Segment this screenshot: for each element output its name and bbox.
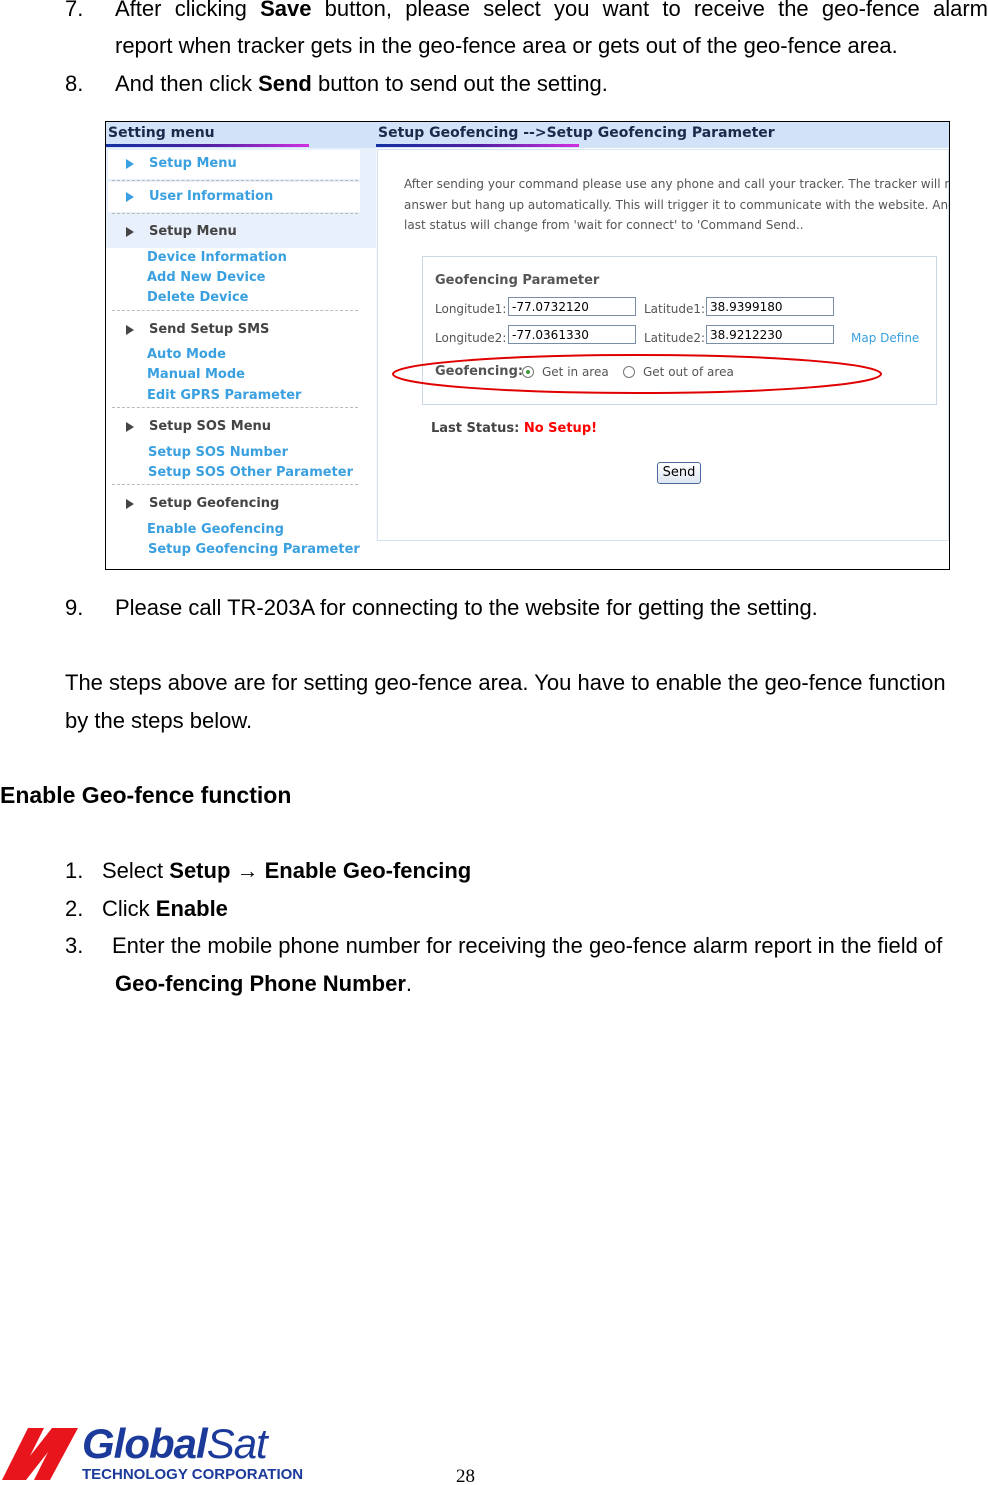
last-status: Last Status: No Setup! xyxy=(431,421,597,436)
bold-text: Enable xyxy=(155,896,228,921)
step-3-line1: Enter the mobile phone number for receiv… xyxy=(112,933,943,958)
menu-group-title: Setup Menu xyxy=(149,224,237,239)
menu-link-manual-mode[interactable]: Manual Mode xyxy=(147,367,245,382)
menu-group-title: Setup Geofencing xyxy=(149,496,280,511)
info-line: answer but hang up automatically. This w… xyxy=(404,197,950,212)
form-title: Geofencing Parameter xyxy=(435,273,600,288)
step-7-line2: report when tracker gets in the geo-fenc… xyxy=(115,33,898,58)
divider xyxy=(112,310,358,311)
send-button[interactable]: Send xyxy=(657,462,701,484)
menu-link-setup-sos-number[interactable]: Setup SOS Number xyxy=(148,445,288,460)
embedded-screenshot: Setting menu Setup Geofencing -->Setup G… xyxy=(105,121,950,570)
text: Select xyxy=(102,858,170,883)
globalsat-logo: GlobalSat TECHNOLOGY CORPORATION xyxy=(0,1420,320,1484)
step-2-text: Click Enable xyxy=(102,890,228,928)
bold-text: Save xyxy=(260,0,312,21)
latitude1-label: Latitude1: xyxy=(644,302,706,316)
step-3-line2: Geo-fencing Phone Number. xyxy=(115,965,412,1003)
triangle-icon xyxy=(126,227,134,237)
divider xyxy=(112,180,358,181)
step-number: 3. xyxy=(65,933,84,958)
triangle-icon xyxy=(126,159,134,169)
step-1-text: Select Setup → Enable Geo-fencing xyxy=(102,852,471,890)
step-9-text: Please call TR-203A for connecting to th… xyxy=(115,595,818,620)
paragraph-line2: by the steps below. xyxy=(65,708,253,733)
menu-item-label: User Information xyxy=(149,189,274,204)
info-line: After sending your command please use an… xyxy=(404,177,950,191)
page-number: 28 xyxy=(456,1466,475,1485)
logo-text: GlobalSat xyxy=(82,1420,268,1467)
menu-link-delete-device[interactable]: Delete Device xyxy=(147,290,249,305)
bold-text: Send xyxy=(258,71,312,96)
step-8-text: And then click Send button to send out t… xyxy=(115,65,608,103)
menu-link-auto-mode[interactable]: Auto Mode xyxy=(147,347,226,362)
map-define-link[interactable]: Map Define xyxy=(851,331,919,345)
highlight-ellipse xyxy=(392,354,882,394)
step-number: 2. xyxy=(65,896,84,921)
menu-link-add-new-device[interactable]: Add New Device xyxy=(147,270,266,285)
menu-item-label: Setup Menu xyxy=(149,156,237,171)
latitude1-input[interactable]: 38.9399180 xyxy=(706,297,834,316)
latitude2-label: Latitude2: xyxy=(644,331,706,345)
text: button to send out the setting. xyxy=(311,71,608,96)
logo-subtext: TECHNOLOGY CORPORATION xyxy=(82,1466,304,1483)
bold-text: Geo-fencing Phone Number xyxy=(115,971,406,996)
text: . xyxy=(405,971,413,996)
menu-link-device-information[interactable]: Device Information xyxy=(147,250,287,265)
paragraph-line1: The steps above are for setting geo-fenc… xyxy=(65,670,946,695)
triangle-icon xyxy=(126,325,134,335)
info-line: last status will change from 'wait for c… xyxy=(404,218,804,232)
menu-item-setup-menu[interactable]: Setup Menu xyxy=(108,150,360,179)
longitude1-input[interactable]: -77.0732120 xyxy=(508,297,636,316)
menu-link-setup-geofencing-parameter[interactable]: Setup Geofencing Parameter xyxy=(148,542,360,557)
bold-text: Setup xyxy=(169,858,231,883)
menu-item-user-information[interactable]: User Information xyxy=(108,182,360,212)
longitude1-label: Longitude1: xyxy=(435,302,507,316)
divider xyxy=(112,213,358,214)
menu-group-title: Send Setup SMS xyxy=(149,322,270,337)
longitude2-label: Longitude2: xyxy=(435,331,507,345)
divider xyxy=(112,484,358,485)
arrow-icon: → xyxy=(230,858,265,883)
step-number: 7. xyxy=(65,0,84,21)
divider xyxy=(106,144,309,147)
step-number: 9. xyxy=(65,595,84,620)
logo-mark-icon xyxy=(2,1428,78,1480)
bold-text: Enable Geo-fencing xyxy=(264,858,472,883)
menu-group-title: Setup SOS Menu xyxy=(149,419,272,434)
last-status-label: Last Status: xyxy=(431,421,520,436)
text: Click xyxy=(102,896,156,921)
triangle-icon xyxy=(126,192,134,202)
section-title: Enable Geo-fence function xyxy=(0,782,292,808)
text: After clicking xyxy=(115,0,261,21)
latitude2-input[interactable]: 38.9212230 xyxy=(706,325,834,344)
menu-link-enable-geofencing[interactable]: Enable Geofencing xyxy=(147,522,284,537)
step-number: 1. xyxy=(65,858,84,883)
triangle-icon xyxy=(126,499,134,509)
longitude2-input[interactable]: -77.0361330 xyxy=(508,325,636,344)
step-number: 8. xyxy=(65,71,84,96)
info-text: After sending your command please use an… xyxy=(404,174,950,236)
divider xyxy=(112,407,358,408)
menu-link-edit-gprs-parameter[interactable]: Edit GPRS Parameter xyxy=(147,388,301,403)
divider xyxy=(376,144,579,147)
step-7-line1: After clicking Save button, please selec… xyxy=(115,0,988,28)
text: button, please select you want to receiv… xyxy=(311,0,988,21)
last-status-value: No Setup! xyxy=(523,421,598,436)
document-page: 7. After clicking Save button, please se… xyxy=(0,0,988,1485)
triangle-icon xyxy=(126,422,134,432)
menu-link-setup-sos-other-parameter[interactable]: Setup SOS Other Parameter xyxy=(148,465,353,480)
text: And then click xyxy=(115,71,259,96)
